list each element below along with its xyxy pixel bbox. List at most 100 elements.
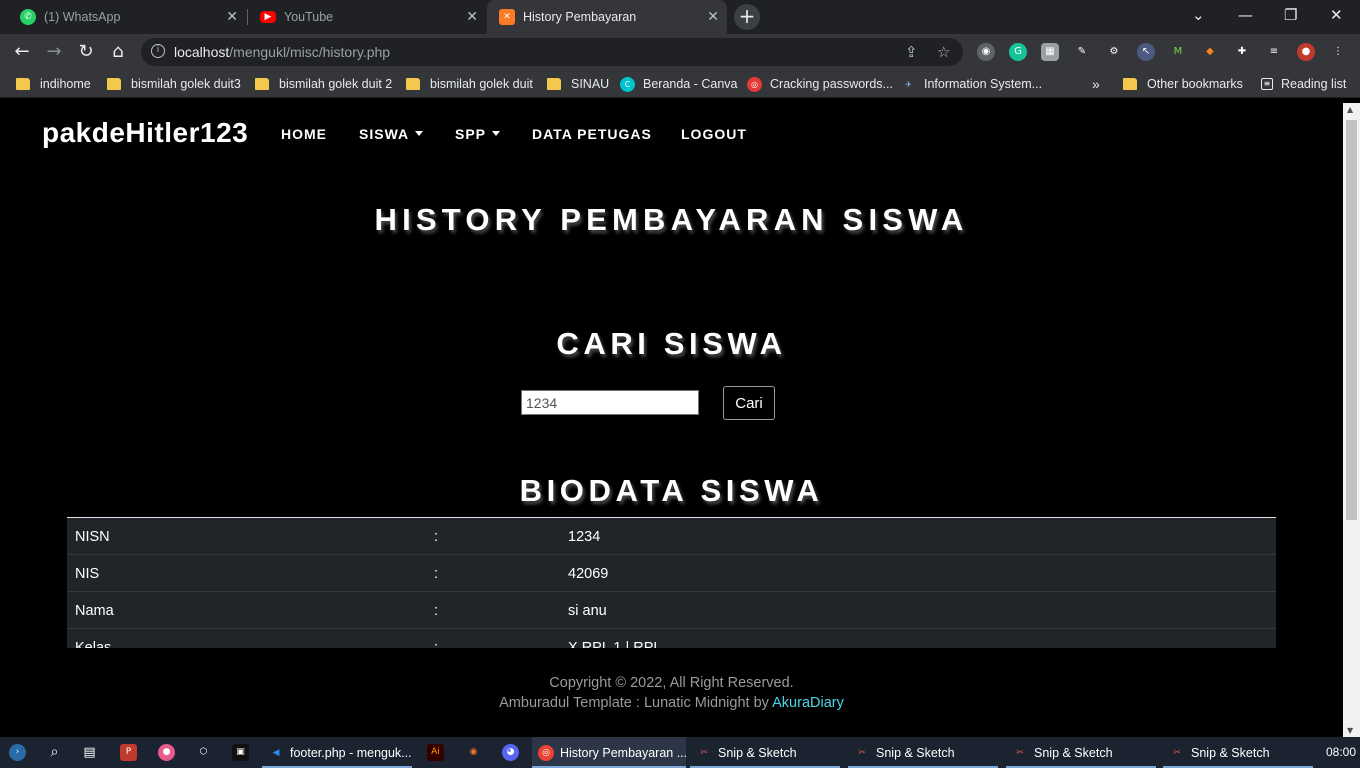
postman-icon[interactable]: P	[120, 744, 137, 761]
bookmark-item[interactable]: ✈ Information System...	[901, 76, 1042, 92]
folder-icon	[107, 78, 121, 90]
caret-down-icon	[415, 130, 424, 136]
table-row: Kelas : X RPL 1 | RPL	[67, 629, 1276, 648]
whatsapp-icon: ✆	[20, 9, 36, 25]
other-bookmarks[interactable]: Other bookmarks	[1123, 76, 1243, 92]
taskbar-app[interactable]: ✂ Snip & Sketch	[1006, 737, 1156, 768]
cursor-extension-icon[interactable]: ↖	[1137, 43, 1155, 61]
biodata-table: NISN : 1234 NIS : 42069 Nama : si anu Ke…	[67, 517, 1276, 648]
minimize-icon[interactable]: —	[1238, 6, 1253, 24]
bookmark-item[interactable]: C Beranda - Canva	[620, 76, 738, 92]
site-brand[interactable]: pakdeHitler123	[42, 117, 248, 149]
tab-history-pembayaran[interactable]: ✕ History Pembayaran ✕	[487, 0, 727, 34]
site-info-icon[interactable]: i	[151, 44, 165, 58]
row-value: X RPL 1 | RPL	[568, 640, 662, 648]
search-button[interactable]: Cari	[723, 386, 775, 420]
nav-data-petugas[interactable]: DATA PETUGAS	[532, 126, 652, 142]
forward-icon[interactable]: →	[42, 40, 66, 64]
share-icon[interactable]: ⇪	[905, 43, 918, 61]
vscode-icon: ◀	[272, 747, 280, 758]
nav-home[interactable]: HOME	[281, 126, 327, 142]
chrome-icon: ◎	[538, 744, 554, 761]
row-separator: :	[434, 603, 439, 619]
page-title: HISTORY PEMBAYARAN SISWA	[374, 202, 969, 237]
taskbar-clock[interactable]: 08:00	[1326, 745, 1356, 759]
back-icon[interactable]: ←	[10, 40, 34, 64]
nav-logout[interactable]: LOGOUT	[681, 126, 747, 142]
bookmark-item[interactable]: bismilah golek duit 2	[255, 76, 392, 92]
media-control-icon[interactable]: ≡	[1265, 43, 1283, 61]
bookmark-item[interactable]: ◎ Cracking passwords...	[747, 76, 893, 92]
table-row: Nama : si anu	[67, 592, 1276, 629]
folder-icon	[255, 78, 269, 90]
search-icon[interactable]: ⌕	[46, 744, 63, 761]
new-tab-button[interactable]: +	[734, 4, 760, 30]
app-icon[interactable]: ●	[158, 744, 175, 761]
menu-kebab-icon[interactable]: ⋮	[1329, 43, 1347, 61]
tab-youtube[interactable]: ▶ YouTube ✕	[248, 0, 486, 34]
plane-icon: ✈	[901, 76, 916, 92]
row-value: 1234	[568, 529, 601, 545]
close-icon[interactable]: ✕	[707, 9, 719, 25]
tab-title: (1) WhatsApp	[44, 10, 121, 24]
illustrator-icon[interactable]: Ai	[427, 744, 444, 761]
bookmarks-overflow-button[interactable]: »	[1092, 76, 1100, 92]
cube-app-icon[interactable]: ⬡	[195, 744, 212, 761]
restore-icon[interactable]: ❐	[1284, 6, 1297, 24]
taskbar-app[interactable]: ✂ Snip & Sketch	[848, 737, 998, 768]
bookmark-item[interactable]: bismilah golek duit	[406, 76, 533, 92]
pen-extension-icon[interactable]: ✎	[1073, 43, 1091, 61]
bookmark-star-icon[interactable]: ☆	[937, 43, 950, 61]
metamask-icon[interactable]: ◆	[1201, 43, 1219, 61]
address-bar[interactable]: i localhost/mengukl/misc/history.php ⇪ ☆	[141, 38, 963, 66]
task-view-icon[interactable]: ▤	[81, 744, 98, 761]
bookmark-item[interactable]: bismilah golek duit3	[107, 76, 241, 92]
caret-down-icon	[492, 130, 501, 136]
extension-icon[interactable]: ⚙	[1105, 43, 1123, 61]
nav-spp-dropdown[interactable]: SPP	[455, 126, 501, 142]
extension-icon[interactable]: ▦	[1041, 43, 1059, 61]
row-label: NIS	[75, 566, 100, 582]
folder-icon	[1123, 78, 1137, 90]
profile-avatar[interactable]: ●	[1297, 43, 1315, 61]
row-value: 42069	[568, 566, 609, 582]
taskbar-app[interactable]: ◀ footer.php - menguk...	[262, 737, 412, 768]
table-row: NIS : 42069	[67, 555, 1276, 592]
m-extension-icon[interactable]: M	[1169, 43, 1187, 61]
start-icon[interactable]: ›	[9, 744, 26, 761]
close-icon[interactable]: ✕	[226, 9, 238, 25]
window-close-icon[interactable]: ✕	[1330, 6, 1343, 24]
taskbar-app[interactable]: ✂ Snip & Sketch	[1163, 737, 1313, 768]
grammarly-icon[interactable]: G	[1009, 43, 1027, 61]
author-link[interactable]: AkuraDiary	[772, 695, 844, 711]
search-input[interactable]	[521, 390, 699, 415]
bookmark-item[interactable]: SINAU	[547, 76, 609, 92]
page-scrollbar[interactable]: ▲ ▼	[1343, 103, 1360, 737]
close-icon[interactable]: ✕	[466, 9, 478, 25]
incognito-extension-icon[interactable]: ◉	[977, 43, 995, 61]
bookmark-item[interactable]: indihome	[16, 76, 91, 92]
taskbar-app-active[interactable]: ◎ History Pembayaran ...	[532, 737, 687, 768]
discord-icon[interactable]: ◕	[502, 744, 519, 761]
bookmarks-bar: indihome bismilah golek duit3 bismilah g…	[0, 70, 1360, 98]
nav-siswa-dropdown[interactable]: SISWA	[359, 126, 424, 142]
extensions-puzzle-icon[interactable]: ✚	[1233, 43, 1251, 61]
scrollbar-thumb[interactable]	[1346, 120, 1357, 520]
home-icon[interactable]: ⌂	[106, 40, 130, 64]
reading-list[interactable]: ≡ Reading list	[1261, 76, 1346, 92]
scroll-up-icon[interactable]: ▲	[1347, 105, 1353, 114]
url-text[interactable]: localhost/mengukl/misc/history.php	[174, 44, 390, 60]
blender-icon[interactable]: ◉	[465, 744, 482, 761]
taskbar-app[interactable]: ✂ Snip & Sketch	[690, 737, 840, 768]
tab-search-icon[interactable]: ⌄	[1192, 6, 1205, 24]
tab-whatsapp[interactable]: ✆ (1) WhatsApp ✕	[8, 0, 246, 34]
canva-icon: C	[620, 76, 635, 92]
reload-icon[interactable]: ↻	[74, 40, 98, 64]
scroll-down-icon[interactable]: ▼	[1347, 726, 1353, 735]
biodata-section-title: BIODATA SISWA	[519, 473, 824, 508]
browser-toolbar: ← → ↻ ⌂ i localhost/mengukl/misc/history…	[0, 34, 1360, 70]
table-row: NISN : 1234	[67, 518, 1276, 555]
snip-sketch-icon: ✂	[1173, 747, 1181, 758]
taskbar: › ⌕ ▤ P ● ⬡ ▣ ◀ footer.php - menguk... A…	[0, 737, 1360, 768]
terminal-icon[interactable]: ▣	[232, 744, 249, 761]
